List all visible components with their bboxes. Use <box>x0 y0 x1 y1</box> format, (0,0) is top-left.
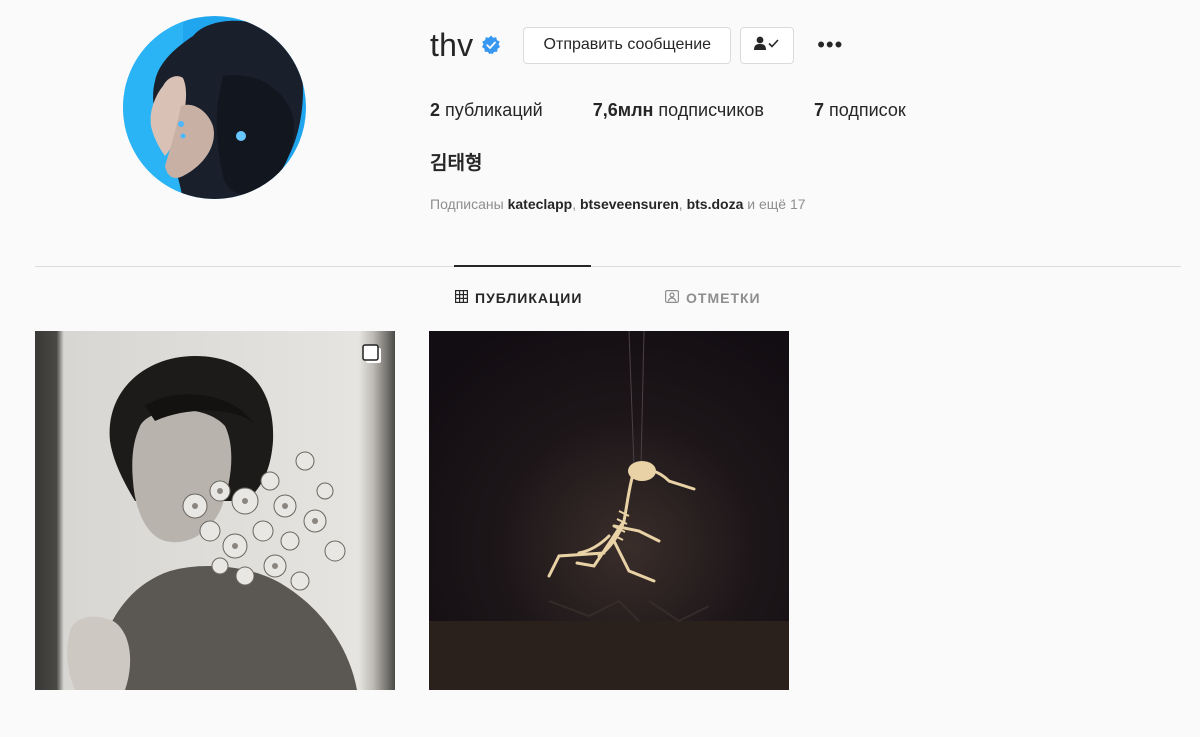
posts-count: 2 публикаций <box>430 100 543 121</box>
posts-count-label: публикаций <box>445 100 543 120</box>
followed-by-separator: , <box>678 196 687 212</box>
profile-full-name: 김태형 <box>430 153 483 174</box>
multiple-photos-icon <box>361 343 383 365</box>
following-count-label: подписок <box>829 100 906 120</box>
profile-stats: 2 публикаций 7,6млн подписчиков 7 подпис… <box>430 100 956 121</box>
tagged-icon <box>665 290 686 306</box>
post-thumbnail[interactable] <box>429 331 789 690</box>
posts-count-value: 2 <box>430 100 441 120</box>
person-check-icon <box>753 36 781 55</box>
followers-count[interactable]: 7,6млн подписчиков <box>593 100 764 121</box>
tabs-divider <box>35 266 1181 267</box>
followed-by-suffix: и ещё 17 <box>747 196 806 212</box>
tab-tagged[interactable]: ОТМЕТКИ <box>665 290 761 306</box>
followers-count-value: 7,6млн <box>592 100 654 120</box>
profile-avatar[interactable] <box>123 16 306 199</box>
tab-posts[interactable]: ПУБЛИКАЦИИ <box>455 290 582 306</box>
active-tab-indicator <box>454 265 591 267</box>
more-dots-icon[interactable]: ••• <box>814 29 846 61</box>
following-button[interactable] <box>740 26 795 64</box>
grid-icon <box>455 290 475 306</box>
following-count-value: 7 <box>813 100 824 120</box>
following-count[interactable]: 7 подписок <box>814 100 906 121</box>
followed-by-prefix: Подписаны <box>430 196 504 212</box>
send-message-button[interactable]: Отправить сообщение <box>523 26 732 64</box>
post-thumbnail[interactable] <box>35 331 395 690</box>
followed-by-text[interactable]: Подписаны kateclapp, btseveensuren, bts.… <box>430 196 806 212</box>
followed-by-user[interactable]: bts.doza <box>687 196 744 212</box>
profile-username: thv <box>430 27 474 63</box>
tab-posts-label: ПУБЛИКАЦИИ <box>475 290 583 306</box>
followers-count-label: подписчиков <box>658 100 764 120</box>
verified-badge-icon <box>481 35 501 55</box>
followed-by-user[interactable]: btseveensuren <box>580 196 679 212</box>
followed-by-separator: , <box>572 196 580 212</box>
followed-by-user[interactable]: kateclapp <box>508 196 573 212</box>
tab-tagged-label: ОТМЕТКИ <box>686 290 761 306</box>
